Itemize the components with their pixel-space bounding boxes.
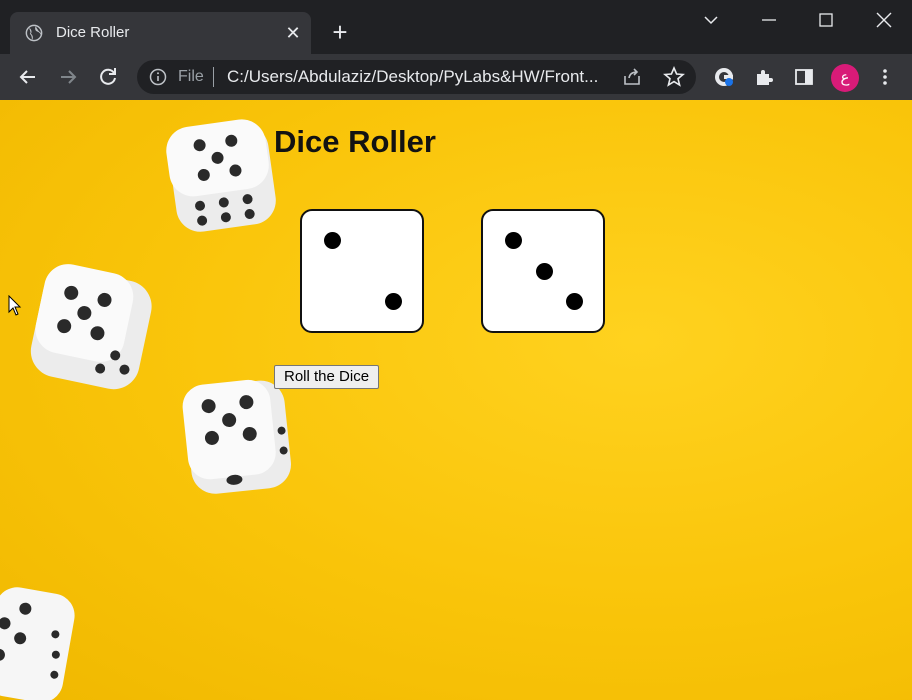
minimize-icon[interactable]: [751, 8, 787, 32]
address-bar[interactable]: File C:/Users/Abdulaziz/Desktop/PyLabs&H…: [137, 60, 696, 94]
file-label: File: [178, 68, 204, 85]
die-2: [481, 209, 605, 333]
die-pip: [536, 263, 553, 280]
page-title: Dice Roller: [274, 124, 436, 159]
background-dice-image: [30, 264, 152, 390]
browser-toolbar: File C:/Users/Abdulaziz/Desktop/PyLabs&H…: [0, 54, 912, 100]
background-dice-image: [166, 119, 276, 232]
extension-c-icon[interactable]: [713, 66, 735, 88]
page-content: Dice Roller Roll the Dice: [0, 100, 912, 700]
close-window-icon[interactable]: [866, 8, 902, 32]
background-dice-image: [182, 379, 292, 494]
bookmark-star-icon[interactable]: [663, 66, 685, 88]
die-1: [300, 209, 424, 333]
globe-icon: [25, 24, 43, 42]
die-pip: [324, 232, 341, 249]
profile-avatar[interactable]: ع: [831, 64, 859, 92]
mouse-cursor-icon: [8, 295, 22, 316]
side-panel-icon[interactable]: [793, 66, 815, 88]
url-text[interactable]: C:/Users/Abdulaziz/Desktop/PyLabs&HW/Fro…: [227, 67, 598, 87]
extensions-puzzle-icon[interactable]: [753, 66, 775, 88]
back-icon[interactable]: [15, 64, 41, 90]
menu-kebab-icon[interactable]: [874, 66, 896, 88]
share-icon[interactable]: [621, 66, 643, 88]
info-icon[interactable]: [149, 68, 167, 86]
title-bar: Dice Roller ✕ +: [0, 0, 912, 54]
new-tab-button[interactable]: +: [327, 19, 353, 46]
die-pip: [566, 293, 583, 310]
address-separator: [213, 67, 214, 87]
background-dice-image: [0, 587, 75, 700]
tab-title: Dice Roller: [56, 24, 130, 41]
tab-search-icon[interactable]: [693, 8, 729, 32]
forward-icon[interactable]: [55, 64, 81, 90]
die-pip: [385, 293, 402, 310]
reload-icon[interactable]: [95, 64, 121, 90]
maximize-icon[interactable]: [808, 8, 844, 32]
tab-close-icon[interactable]: ✕: [282, 22, 304, 44]
browser-tab[interactable]: Dice Roller ✕: [10, 12, 311, 54]
die-pip: [505, 232, 522, 249]
roll-dice-button[interactable]: Roll the Dice: [274, 365, 380, 389]
